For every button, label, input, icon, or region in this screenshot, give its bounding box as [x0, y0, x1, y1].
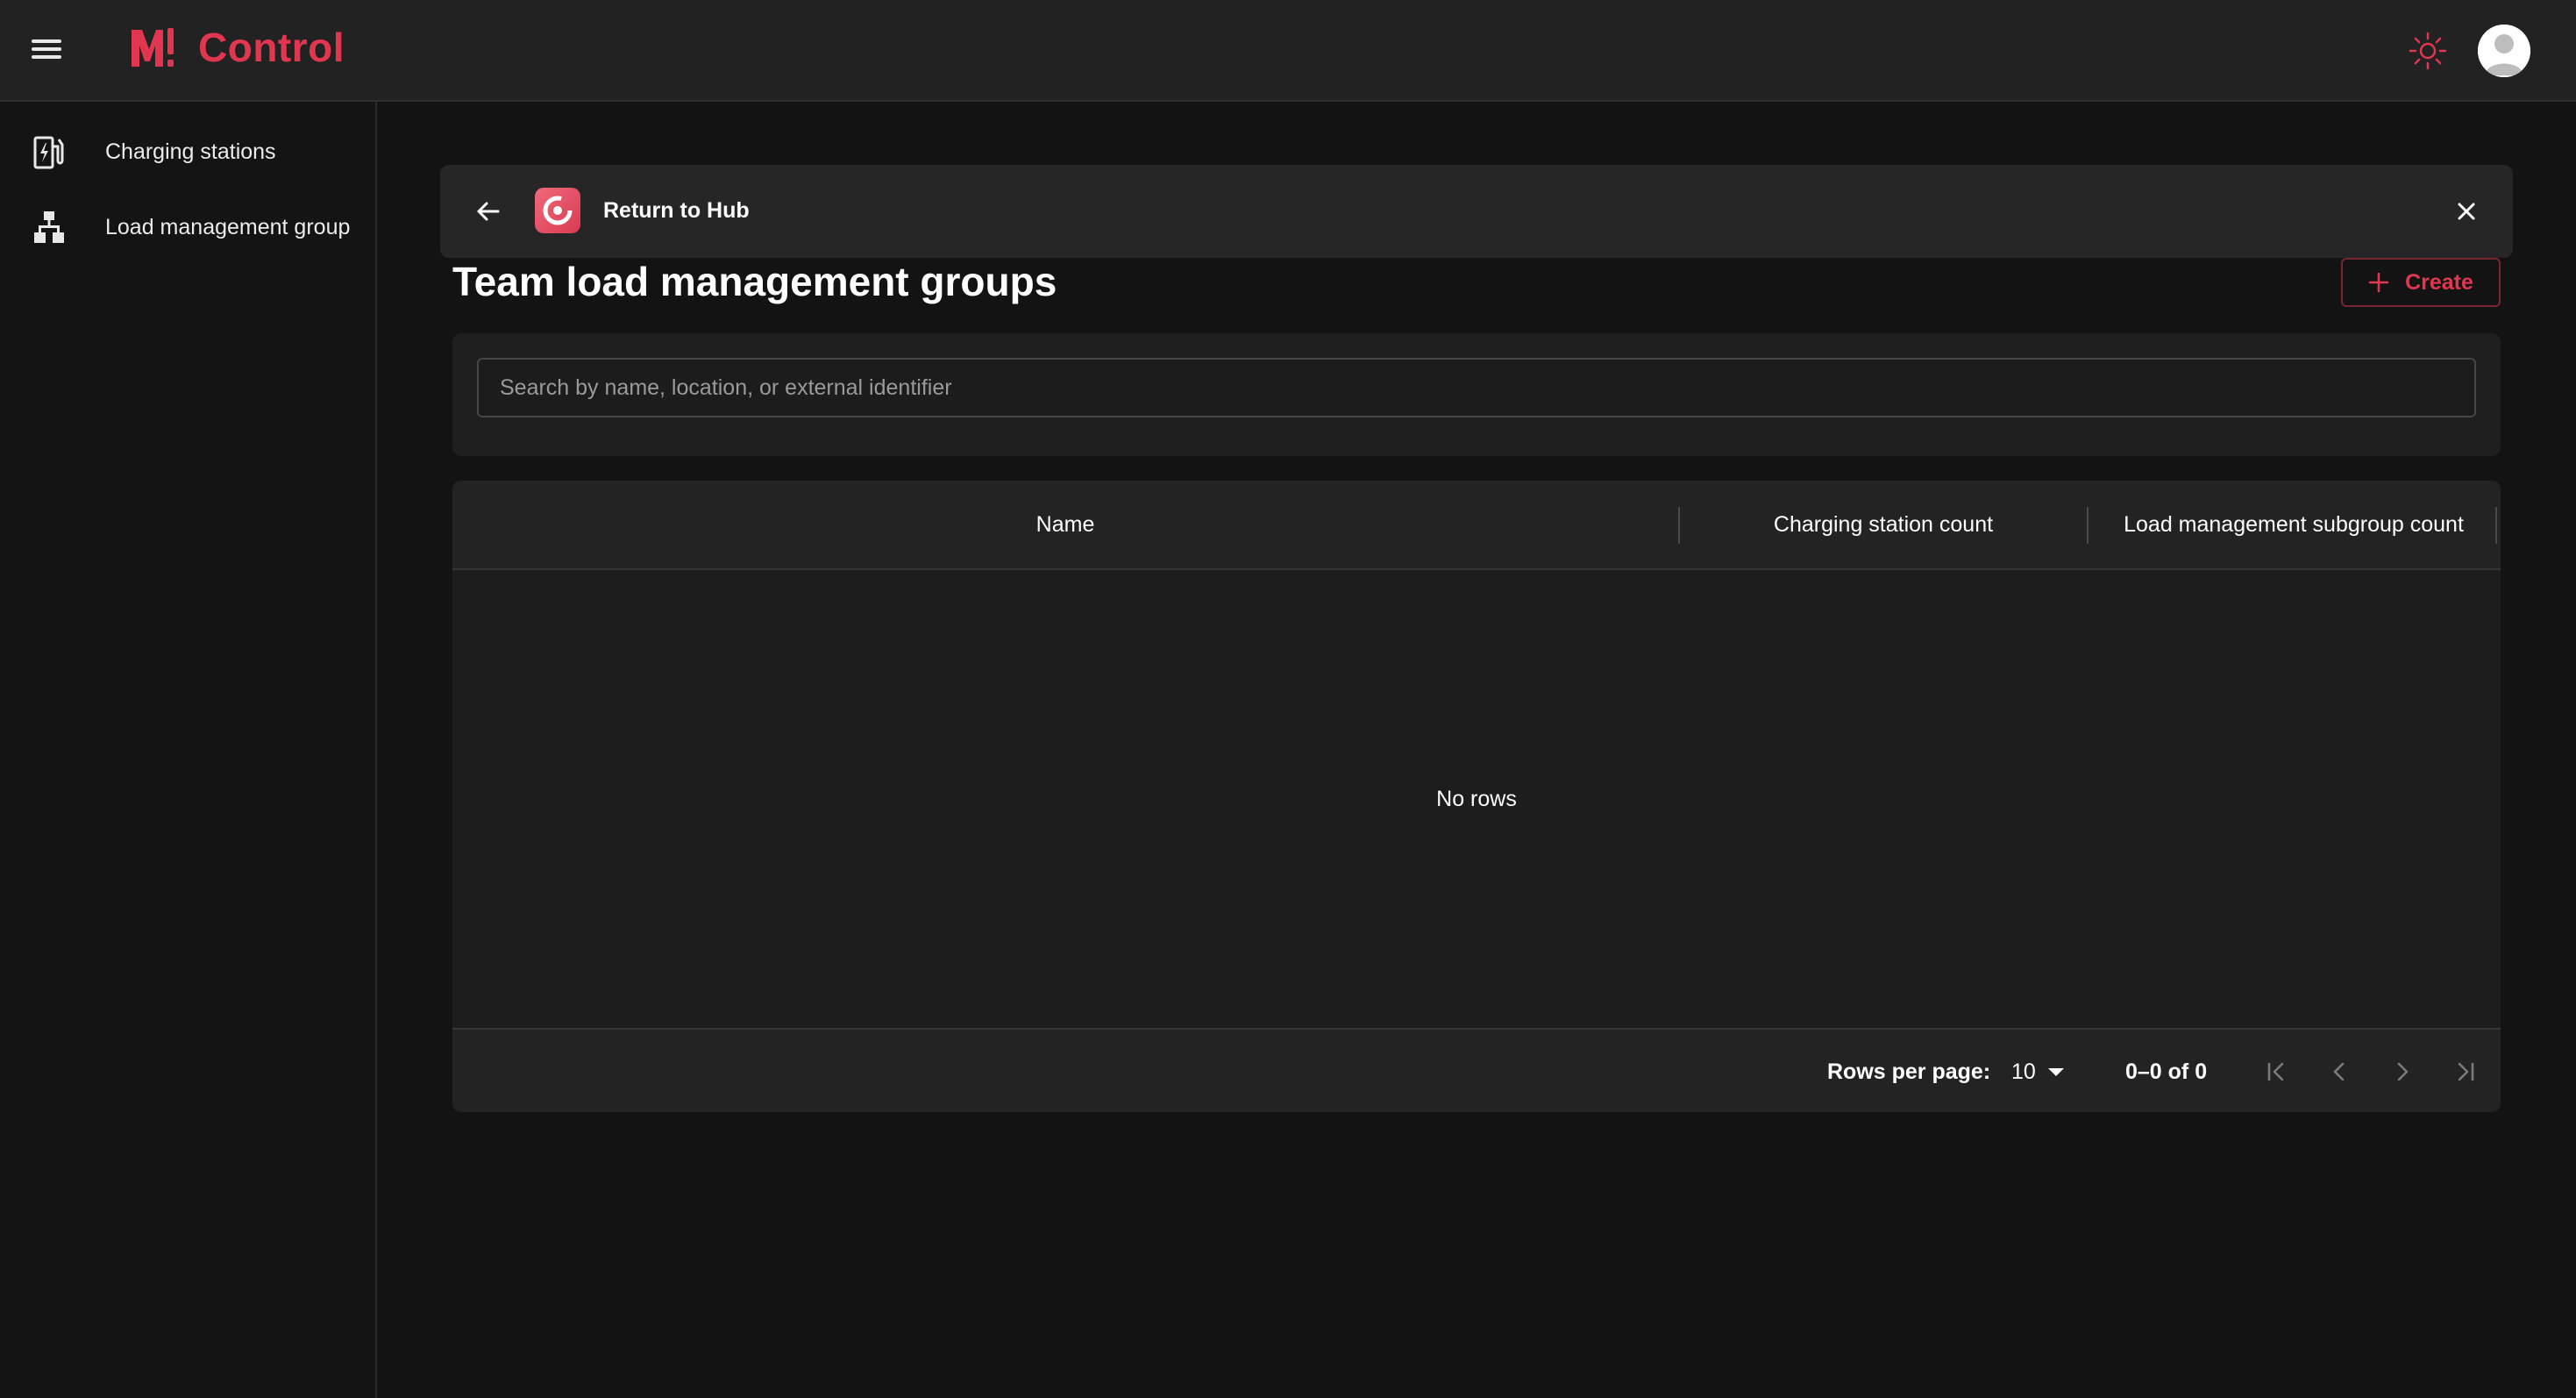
caret-down-icon	[2047, 1067, 2064, 1076]
first-page-icon	[2267, 1062, 2284, 1081]
first-page-button[interactable]	[2257, 1052, 2295, 1091]
last-page-button[interactable]	[2446, 1052, 2485, 1091]
return-to-hub-link[interactable]: Return to Hub	[603, 198, 750, 224]
previous-page-button[interactable]	[2320, 1052, 2359, 1091]
table-pagination: Rows per page: 10 0–0 of 0	[452, 1028, 2501, 1112]
next-page-button[interactable]	[2383, 1052, 2422, 1091]
search-panel	[452, 333, 2501, 456]
hierarchy-icon	[34, 211, 64, 243]
sidebar-item-label: Charging stations	[105, 139, 276, 164]
plus-icon	[2368, 272, 2389, 293]
empty-state-text: No rows	[1436, 786, 1517, 811]
data-grid: Name Charging station count Load managem…	[452, 481, 2501, 1112]
page-title: Team load management groups	[452, 259, 1057, 304]
table-header: Name Charging station count Load managem…	[452, 481, 2501, 570]
sidebar-item-label: Load management group	[105, 214, 351, 239]
pagination-range: 0–0 of 0	[2125, 1059, 2208, 1084]
create-button[interactable]: Create	[2341, 258, 2501, 307]
column-header-name[interactable]: Name	[452, 481, 1678, 568]
user-avatar-icon[interactable]	[2478, 25, 2530, 77]
arrow-left-icon[interactable]	[472, 195, 505, 228]
create-button-label: Create	[2405, 269, 2473, 295]
last-page-icon	[2458, 1062, 2474, 1081]
top-app-bar: Control	[0, 0, 2576, 102]
rows-per-page-select[interactable]: 10	[2011, 1052, 2073, 1091]
brand-name: Control	[198, 25, 345, 70]
sidebar-item-load-management-group[interactable]: Load management group	[0, 189, 375, 265]
hub-app-icon[interactable]	[535, 188, 580, 233]
chevron-left-icon	[2333, 1062, 2345, 1081]
charging-station-icon	[33, 136, 64, 169]
column-header-subgroup-count[interactable]: Load management subgroup count	[2089, 481, 2499, 568]
brand-mark-logo	[132, 28, 174, 67]
return-to-hub-bar: Return to Hub	[440, 165, 2513, 258]
hamburger-menu-icon[interactable]	[32, 35, 65, 65]
sidebar-item-charging-stations[interactable]: Charging stations	[0, 114, 375, 189]
close-icon[interactable]	[2451, 196, 2481, 226]
sun-icon[interactable]	[2408, 31, 2448, 71]
column-separator[interactable]	[2495, 507, 2497, 544]
search-input[interactable]	[477, 358, 2476, 417]
chevron-right-icon	[2397, 1062, 2409, 1081]
rows-per-page-value: 10	[2011, 1059, 2036, 1084]
app-logo[interactable]: Control	[128, 23, 345, 72]
sidebar: Charging stations Load management group	[0, 102, 377, 1398]
empty-state: No rows	[452, 570, 2501, 1028]
rows-per-page-label: Rows per page:	[1827, 1059, 1991, 1084]
column-header-charging-station-count[interactable]: Charging station count	[1680, 481, 2087, 568]
